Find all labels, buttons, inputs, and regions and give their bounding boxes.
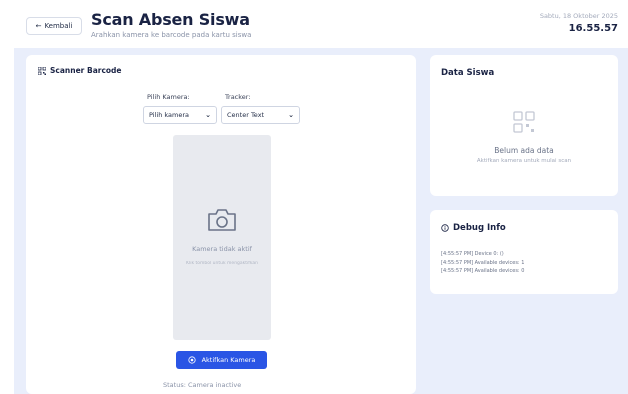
camera-preview (173, 135, 271, 340)
back-button-label: Kembali (44, 22, 73, 30)
current-date: Sabtu, 18 Oktober 2025 (539, 12, 618, 20)
scanner-title: Scanner Barcode (38, 66, 122, 75)
back-button[interactable]: ← Kembali (26, 17, 82, 35)
student-empty-text: Belum ada data (494, 146, 554, 155)
qr-code-icon (38, 66, 46, 75)
camera-off-text: Kamera tidak aktif (192, 245, 252, 253)
chevron-down-icon: ⌄ (205, 111, 211, 119)
tracker-select-label: Tracker: (225, 93, 251, 101)
current-time: 16.55.57 (568, 23, 618, 34)
debug-line: [4:55:57 PM] Device 0: () (441, 251, 504, 257)
page-subtitle: Arahkan kamera ke barcode pada kartu sis… (91, 31, 252, 39)
student-data-title: Data Siswa (441, 68, 495, 78)
camera-select-value: Pilih kamera (149, 111, 189, 119)
activate-camera-label: Aktifkan Kamera (201, 356, 256, 364)
debug-log: [4:55:57 PM] Device 0: () [4:55:57 PM] A… (441, 250, 524, 276)
scanner-title-text: Scanner Barcode (50, 66, 122, 75)
debug-line: [4:55:57 PM] Available devices: 0 (441, 268, 525, 274)
camera-small-icon (187, 356, 196, 364)
camera-status: Status: Camera inactive (163, 381, 242, 389)
student-empty-hint: Aktifkan kamera untuk mulai scan (476, 158, 572, 164)
debug-title-text: Debug Info (453, 223, 506, 233)
camera-icon (208, 209, 236, 231)
tracker-select-value: Center Text (227, 111, 265, 119)
page-title: Scan Absen Siswa (91, 10, 250, 29)
debug-line: [4:55:57 PM] Available devices: 1 (441, 259, 525, 266)
info-icon (441, 224, 449, 232)
qr-placeholder-icon (513, 111, 535, 133)
camera-hint-text: Klik tombol untuk mengaktifkan (186, 261, 258, 266)
camera-select[interactable]: Pilih kamera ⌄ (143, 106, 217, 124)
arrow-left-icon: ← (35, 22, 42, 30)
tracker-select[interactable]: Center Text ⌄ (221, 106, 300, 124)
activate-camera-button[interactable]: Aktifkan Kamera (176, 351, 267, 369)
chevron-down-icon: ⌄ (288, 111, 294, 119)
debug-title: Debug Info (441, 223, 506, 233)
camera-select-label: Pilih Kamera: (147, 93, 190, 101)
